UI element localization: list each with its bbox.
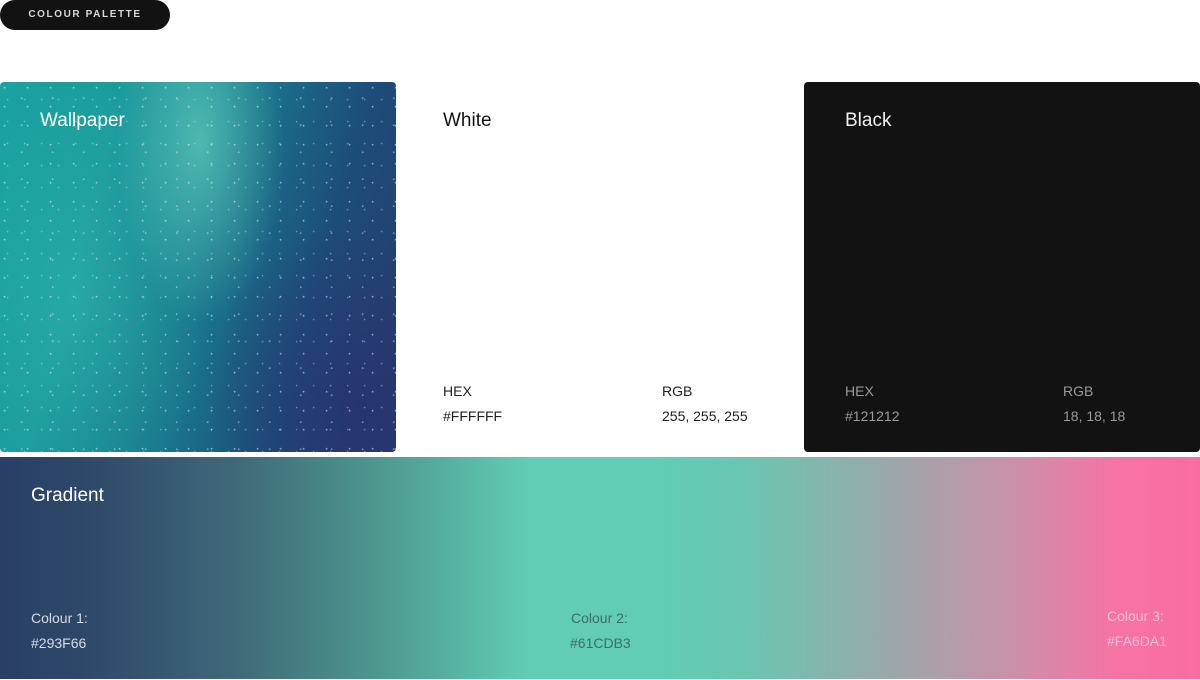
- white-hex-label: HEX: [443, 383, 472, 399]
- white-rgb-value: 255, 255, 255: [662, 408, 748, 424]
- colour-palette-tag: COLOUR PALETTE: [0, 0, 170, 30]
- gradient-colour-3-hex: #FA6DA1: [1107, 633, 1167, 649]
- gradient-colour-1-hex: #293F66: [31, 635, 87, 651]
- white-hex-value: #FFFFFF: [443, 408, 503, 424]
- gradient-colour-2-hex: #61CDB3: [570, 635, 631, 651]
- gradient-colour-3-label: Colour 3:: [1107, 608, 1164, 624]
- gradient-colour-1-label: Colour 1:: [31, 610, 88, 626]
- gradient-colour-2-label: Colour 2:: [571, 610, 628, 626]
- black-hex-value: #121212: [845, 408, 900, 424]
- white-title: White: [443, 110, 492, 131]
- wallpaper-card: [0, 82, 396, 452]
- black-rgb-value: 18, 18, 18: [1063, 408, 1126, 424]
- black-title: Black: [845, 110, 892, 131]
- white-rgb-label: RGB: [662, 383, 693, 399]
- gradient-title: Gradient: [31, 485, 104, 506]
- wallpaper-title: Wallpaper: [40, 110, 125, 131]
- black-hex-label: HEX: [845, 383, 874, 399]
- black-rgb-label: RGB: [1063, 383, 1094, 399]
